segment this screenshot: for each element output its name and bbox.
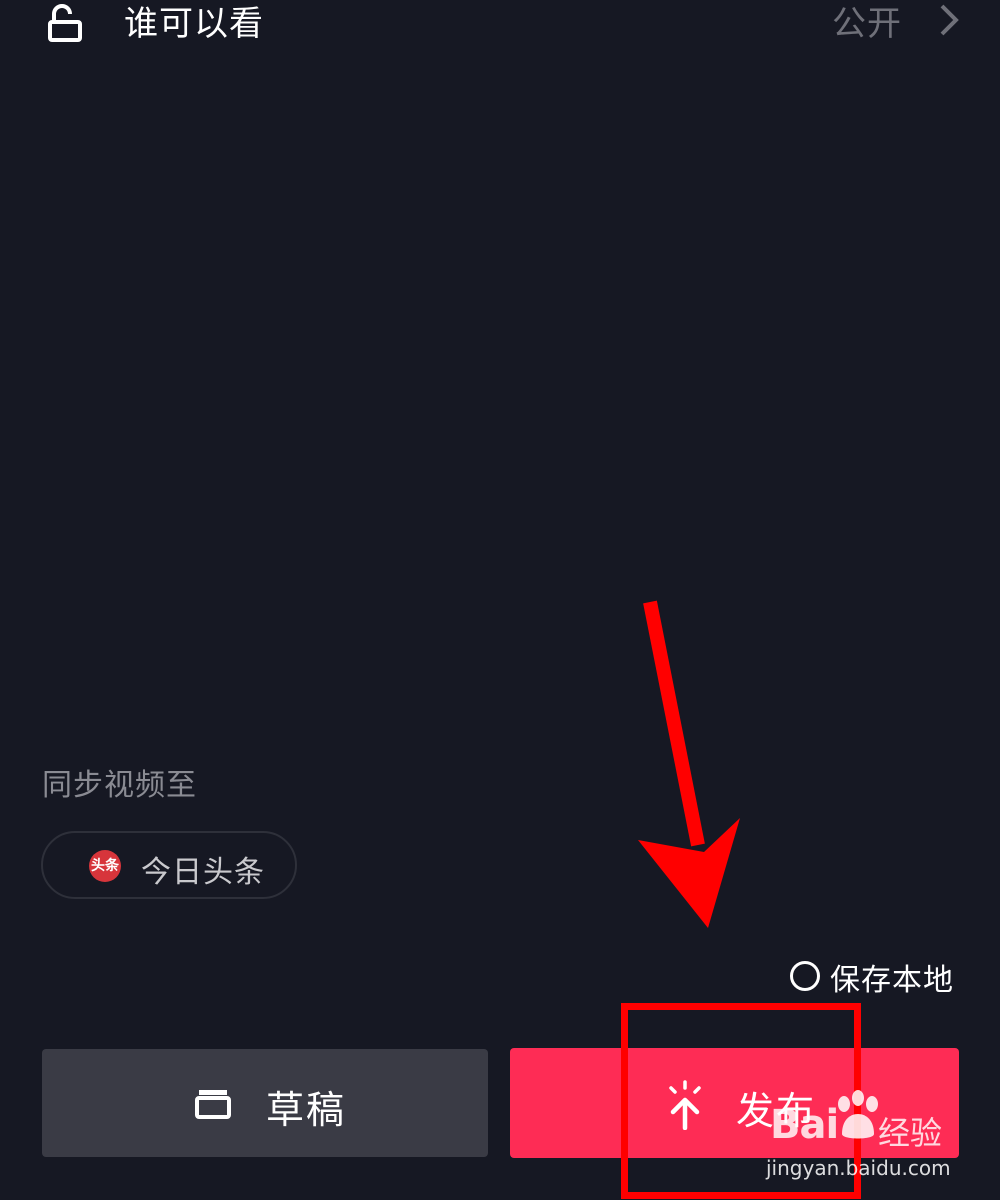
save-local-label: 保存本地 (830, 963, 954, 998)
watermark-suffix: 经验 (878, 1114, 943, 1152)
lock-open-icon (48, 4, 82, 42)
visibility-row[interactable]: 谁可以看 公开 (0, 0, 1000, 60)
sync-platform-label: 今日头条 (141, 855, 265, 890)
sync-section-title: 同步视频至 (42, 768, 197, 803)
annotation-arrow-icon (638, 600, 740, 928)
visibility-label: 谁可以看 (124, 4, 264, 44)
radio-unchecked-icon[interactable] (790, 961, 820, 991)
chevron-right-icon (940, 4, 959, 36)
baidu-watermark: Bai 经验 jingyan.baidu.com (760, 1090, 990, 1185)
save-local-toggle[interactable]: 保存本地 (788, 955, 968, 998)
toutiao-logo: 头条 (89, 850, 121, 882)
draft-box-icon (195, 1090, 231, 1119)
publish-settings-screen: 谁可以看 公开 同步视频至 头条 今日头条 保存本地 草稿 发布 Bai 经验 … (0, 0, 1000, 1200)
draft-label: 草稿 (266, 1088, 347, 1132)
watermark-url: jingyan.baidu.com (766, 1156, 951, 1180)
visibility-value: 公开 (832, 4, 902, 44)
sync-toutiao-chip[interactable]: 头条 今日头条 (41, 831, 297, 899)
watermark-brand: Bai (770, 1102, 839, 1148)
draft-button[interactable]: 草稿 (42, 1049, 488, 1157)
